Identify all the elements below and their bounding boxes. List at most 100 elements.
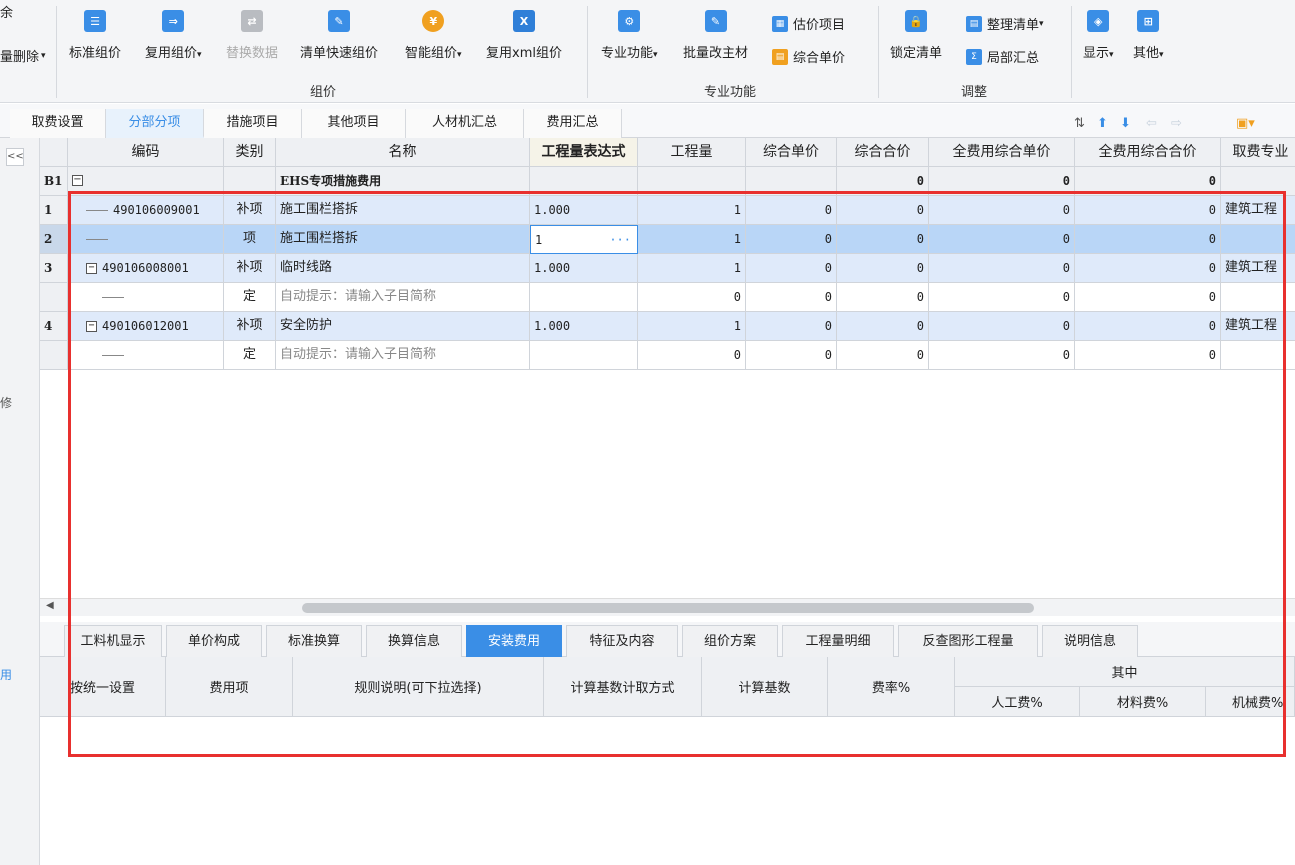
cell-unit[interactable]: 0	[746, 225, 837, 254]
cell-full-total[interactable]: 0	[1075, 283, 1221, 312]
move-left-icon[interactable]: ⇦	[1146, 116, 1157, 131]
cell-name[interactable]: 自动提示：请输入子目简称	[276, 283, 530, 312]
cell-total[interactable]: 0	[837, 312, 929, 341]
cell-total[interactable]: 0	[837, 196, 929, 225]
cell-total[interactable]: 0	[837, 341, 929, 370]
quick-price-button[interactable]: ✎ 清单快速组价	[300, 10, 378, 61]
header-full-unit[interactable]: 全费用综合单价	[929, 138, 1075, 167]
special-function-button[interactable]: ⚙ 专业功能▾	[601, 10, 658, 61]
cell-name[interactable]: 临时线路	[276, 254, 530, 283]
group-code-cell[interactable]: −	[68, 167, 224, 196]
sort-icon[interactable]: ⇅	[1074, 116, 1085, 131]
collapse-panel-button[interactable]: <<	[6, 148, 24, 166]
cell-qty[interactable]: 0	[638, 341, 746, 370]
organize-list-button[interactable]: ▤ 整理清单 ▾	[966, 14, 1044, 33]
cell-full-total[interactable]: 0	[1075, 341, 1221, 370]
cell-specialty[interactable]	[1221, 225, 1295, 254]
cell-full-unit[interactable]: 0	[929, 283, 1075, 312]
cell-qty[interactable]: 0	[638, 283, 746, 312]
cell-type[interactable]: 项	[224, 225, 276, 254]
cell-name[interactable]: 施工围栏搭拆	[276, 225, 530, 254]
cell-expr[interactable]: 1.000	[530, 254, 638, 283]
cell-full-unit[interactable]: 0	[929, 341, 1075, 370]
cell-name[interactable]: 施工围栏搭拆	[276, 196, 530, 225]
replace-data-button[interactable]: ⇄ 替换数据	[226, 10, 278, 61]
cell-type[interactable]: 补项	[224, 312, 276, 341]
cell-expr[interactable]: 1.000	[530, 312, 638, 341]
cell-type[interactable]: 补项	[224, 196, 276, 225]
cell-qty[interactable]: 1	[638, 196, 746, 225]
subtab-convert-info[interactable]: 换算信息	[366, 625, 462, 657]
header-rule[interactable]: 规则说明(可下拉选择)	[293, 657, 544, 717]
tab-other-items[interactable]: 其他项目	[302, 109, 406, 138]
table-row[interactable]: 定自动提示：请输入子目简称 0 0 0 0 0	[40, 341, 1295, 370]
cell-type[interactable]: 补项	[224, 254, 276, 283]
header-calc-method[interactable]: 计算基数计取方式	[544, 657, 702, 717]
cell-full-unit[interactable]: 0	[929, 225, 1075, 254]
table-row[interactable]: 定自动提示：请输入子目简称 0 0 0 0 0	[40, 283, 1295, 312]
header-qty[interactable]: 工程量	[638, 138, 746, 167]
header-labor-pct[interactable]: 人工费%	[955, 687, 1080, 717]
tab-fee-settings[interactable]: 取费设置	[10, 109, 106, 138]
standard-price-button[interactable]: ☰ 标准组价	[69, 10, 121, 61]
cell-full-unit[interactable]: 0	[929, 312, 1075, 341]
smart-price-button[interactable]: ¥ 智能组价▾	[405, 10, 462, 61]
move-right-icon[interactable]: ⇨	[1171, 116, 1182, 131]
row-number[interactable]: 4	[40, 312, 68, 341]
cell-unit[interactable]: 0	[746, 196, 837, 225]
other-button[interactable]: ⊞ 其他▾	[1133, 10, 1164, 61]
header-fee-specialty[interactable]: 取费专业	[1221, 138, 1295, 167]
header-fee-item[interactable]: 费用项	[166, 657, 293, 717]
header-calc-base[interactable]: 计算基数	[702, 657, 828, 717]
cell-expr[interactable]: 1 ···	[530, 225, 638, 254]
cell-qty[interactable]: 1	[638, 225, 746, 254]
header-unified-setting[interactable]: 按统一设置	[40, 657, 166, 717]
header-rate[interactable]: 费率%	[828, 657, 955, 717]
header-machine-pct[interactable]: 机械费%	[1206, 687, 1295, 717]
cell-specialty[interactable]: 建筑工程	[1221, 196, 1295, 225]
collapse-tree-icon[interactable]: −	[86, 263, 97, 274]
scroll-left-icon[interactable]: ◀	[46, 600, 54, 611]
header-type[interactable]: 类别	[224, 138, 276, 167]
header-material-pct[interactable]: 材料费%	[1080, 687, 1206, 717]
table-row[interactable]: 3−490106008001 补项 临时线路 1.000 1 0 0 0 0 建筑工程	[40, 254, 1295, 283]
subtab-standard-convert[interactable]: 标准换算	[266, 625, 362, 657]
subtab-price-plan[interactable]: 组价方案	[682, 625, 778, 657]
cell-code[interactable]: −490106008001	[68, 254, 224, 283]
cell-total[interactable]: 0	[837, 283, 929, 312]
cell-specialty[interactable]	[1221, 283, 1295, 312]
header-qty-expr[interactable]: 工程量表达式	[530, 138, 638, 167]
cell-unit[interactable]: 0	[746, 283, 837, 312]
tab-measures[interactable]: 措施项目	[204, 109, 302, 138]
header-unit-price[interactable]: 综合单价	[746, 138, 837, 167]
horizontal-scrollbar[interactable]: ◀	[40, 598, 1295, 616]
cell-specialty[interactable]	[1221, 341, 1295, 370]
collapse-tree-icon[interactable]: −	[86, 321, 97, 332]
cell-name[interactable]: 安全防护	[276, 312, 530, 341]
cell-code[interactable]: 490106009001	[68, 196, 224, 225]
collapse-tree-icon[interactable]: −	[72, 175, 83, 186]
cell-total[interactable]: 0	[837, 254, 929, 283]
tab-cost-summary[interactable]: 费用汇总	[524, 109, 622, 138]
move-up-icon[interactable]: ⬆	[1097, 116, 1108, 131]
group-name-cell[interactable]: EHS专项措施费用	[276, 167, 530, 196]
cell-specialty[interactable]: 建筑工程	[1221, 312, 1295, 341]
table-row[interactable]: 4−490106012001 补项 安全防护 1.000 1 0 0 0 0 建筑工程	[40, 312, 1295, 341]
subtab-qty-detail[interactable]: 工程量明细	[782, 625, 894, 657]
format-brush-icon[interactable]: ▣▾	[1236, 116, 1255, 131]
table-row[interactable]: 2 项施工围栏搭拆 1 ··· 1 0 0 0 0	[40, 225, 1295, 254]
move-down-icon[interactable]: ⬇	[1120, 116, 1131, 131]
header-total-price[interactable]: 综合合价	[837, 138, 929, 167]
subtab-graphic-qty[interactable]: 反查图形工程量	[898, 625, 1038, 657]
cell-full-unit[interactable]: 0	[929, 196, 1075, 225]
cell-specialty[interactable]: 建筑工程	[1221, 254, 1295, 283]
cell-full-total[interactable]: 0	[1075, 254, 1221, 283]
subtab-install-fee[interactable]: 安装费用	[466, 625, 562, 657]
partial-summary-button[interactable]: Σ 局部汇总	[966, 47, 1039, 66]
lock-list-button[interactable]: 🔒 锁定清单	[890, 10, 942, 61]
cell-name[interactable]: 自动提示：请输入子目简称	[276, 341, 530, 370]
cell-unit[interactable]: 0	[746, 312, 837, 341]
cell-code[interactable]	[68, 283, 224, 312]
scrollbar-thumb[interactable]	[302, 603, 1034, 613]
header-name[interactable]: 名称	[276, 138, 530, 167]
